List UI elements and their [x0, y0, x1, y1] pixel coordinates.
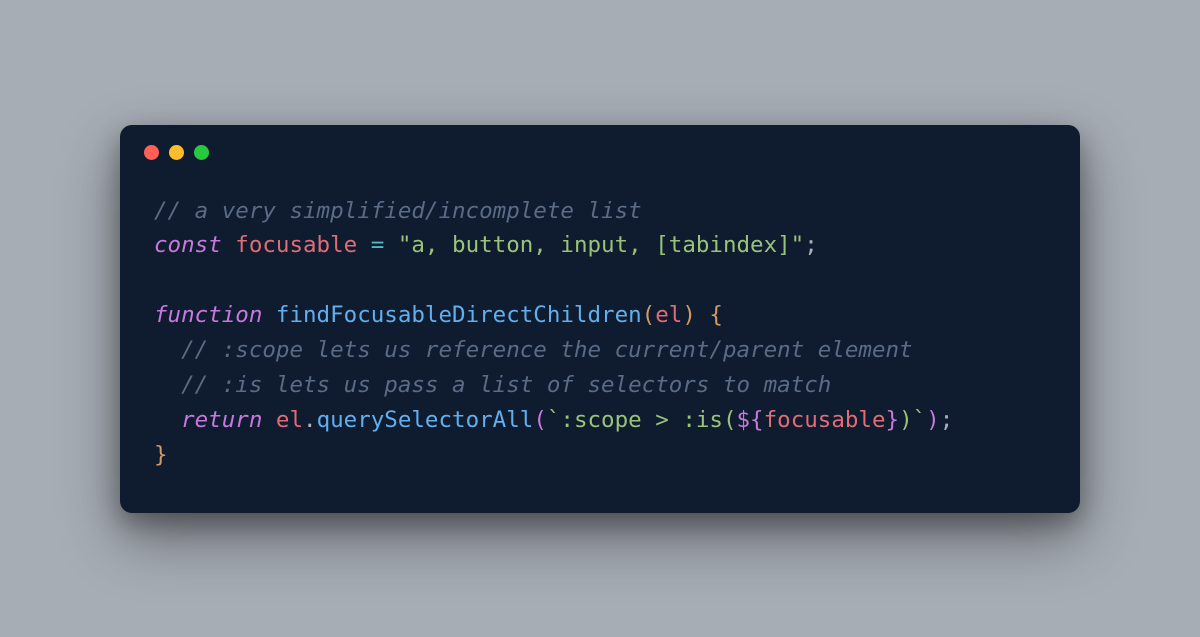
code-token-interp-brace: }: [886, 407, 900, 433]
code-token-tmpl: )`: [899, 407, 926, 433]
editor-window: // a very simplified/incomplete list cons…: [120, 125, 1080, 513]
code-token-plain: [357, 232, 371, 258]
code-token-interp: focusable: [764, 407, 886, 433]
maximize-icon[interactable]: [194, 145, 209, 160]
code-line: function findFocusableDirectChildren(el)…: [154, 298, 1046, 333]
code-token-comment: // :scope lets us reference the current/…: [181, 337, 913, 363]
code-token-op: =: [371, 232, 385, 258]
code-token-punc: ;: [804, 232, 818, 258]
code-token-punc-gold: ): [682, 302, 696, 328]
code-line: // a very simplified/incomplete list: [154, 194, 1046, 229]
code-line: const focusable = "a, button, input, [ta…: [154, 228, 1046, 263]
code-token-tmpl: `:scope > :is(: [547, 407, 737, 433]
code-token-plain: [222, 232, 236, 258]
code-line: // :is lets us pass a list of selectors …: [154, 368, 1046, 403]
code-token-ident: focusable: [235, 232, 357, 258]
close-icon[interactable]: [144, 145, 159, 160]
code-token-keyword: function: [154, 302, 262, 328]
code-token-comment: // a very simplified/incomplete list: [154, 198, 642, 224]
code-token-plain: [384, 232, 398, 258]
minimize-icon[interactable]: [169, 145, 184, 160]
code-token-paren-purple: (: [533, 407, 547, 433]
code-line: [154, 263, 1046, 298]
code-block: // a very simplified/incomplete list cons…: [120, 166, 1080, 513]
code-token-paren-purple: ): [926, 407, 940, 433]
code-line: }: [154, 438, 1046, 473]
code-token-punc-gold: {: [709, 302, 723, 328]
code-token-plain: [696, 302, 710, 328]
code-token-comment: // :is lets us pass a list of selectors …: [181, 372, 831, 398]
code-token-string: "a, button, input, [tabindex]": [398, 232, 804, 258]
code-token-func: findFocusableDirectChildren: [276, 302, 642, 328]
code-line: // :scope lets us reference the current/…: [154, 333, 1046, 368]
code-token-punc: .: [303, 407, 317, 433]
code-token-func: querySelectorAll: [317, 407, 534, 433]
code-token-ident: el: [655, 302, 682, 328]
window-titlebar: [120, 125, 1080, 166]
code-token-ident: el: [276, 407, 303, 433]
code-token-plain: [262, 407, 276, 433]
code-line: return el.querySelectorAll(`:scope > :is…: [154, 403, 1046, 438]
code-token-interp-brace: ${: [737, 407, 764, 433]
code-token-punc-gold: (: [642, 302, 656, 328]
code-token-keyword: const: [154, 232, 222, 258]
code-token-keyword: return: [181, 407, 262, 433]
code-token-punc-gold: }: [154, 442, 168, 468]
code-token-plain: [262, 302, 276, 328]
code-token-punc: ;: [940, 407, 954, 433]
